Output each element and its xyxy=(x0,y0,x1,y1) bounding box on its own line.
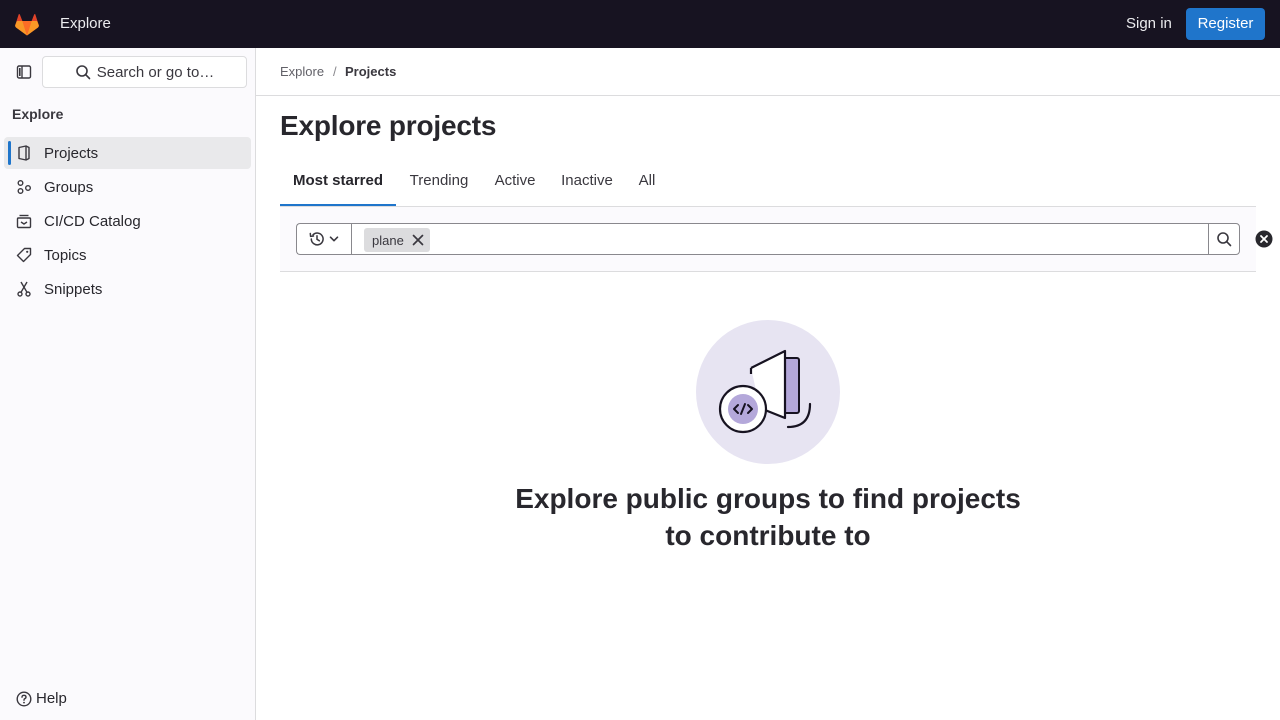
register-button[interactable]: Register xyxy=(1186,8,1265,40)
empty-state-title: Explore public groups to find projects t… xyxy=(515,483,1021,551)
search-icon xyxy=(1217,232,1232,247)
sign-in-link[interactable]: Sign in xyxy=(1126,15,1172,32)
remove-token-button[interactable] xyxy=(410,232,426,248)
sidebar-item-topics[interactable]: Topics xyxy=(4,239,251,271)
tab-trending[interactable]: Trending xyxy=(399,160,479,206)
sidebar-heading: Explore xyxy=(12,106,64,122)
sidebar-item-groups[interactable]: Groups xyxy=(4,171,251,203)
page-title: Explore projects xyxy=(280,110,497,141)
breadcrumb-item-explore[interactable]: Explore xyxy=(280,64,324,79)
search-label: Search or go to… xyxy=(96,63,215,81)
group-icon xyxy=(17,180,31,194)
sidebar: Search or go to… Explore Projects Groups xyxy=(0,48,256,720)
question-icon xyxy=(16,690,32,707)
help-label: Help xyxy=(36,690,67,707)
empty-state-illustration xyxy=(696,320,840,464)
sidebar-item-projects[interactable]: Projects xyxy=(4,137,251,169)
sidebar-item-label: Topics xyxy=(44,246,87,264)
help-button[interactable]: Help xyxy=(16,690,67,707)
sidebar-nav: Projects Groups CI/CD Catalog Topics Sni… xyxy=(4,137,251,307)
project-tabs: Most starred Trending Active Inactive Al… xyxy=(280,160,1256,207)
sidebar-item-ci-cd-catalog[interactable]: CI/CD Catalog xyxy=(4,205,251,237)
sidebar-item-label: Projects xyxy=(44,144,99,162)
tab-inactive[interactable]: Inactive xyxy=(552,160,622,206)
label-icon xyxy=(16,247,32,263)
sidebar-item-label: CI/CD Catalog xyxy=(44,212,141,230)
filter-token-label: plane xyxy=(372,232,404,248)
search-button[interactable]: Search or go to… xyxy=(42,56,247,88)
sidebar-toggle-button[interactable] xyxy=(12,62,36,82)
snippet-icon xyxy=(17,281,31,297)
history-icon xyxy=(309,232,324,246)
breadcrumb: Explore / Projects xyxy=(256,48,1280,96)
filter-bar: plane xyxy=(280,207,1273,272)
breadcrumb-item-projects[interactable]: Projects xyxy=(345,64,396,79)
search-icon xyxy=(75,65,91,80)
project-icon xyxy=(18,145,30,161)
search-submit-button[interactable] xyxy=(1208,223,1240,255)
top-bar: Explore Sign in Register xyxy=(0,0,1280,48)
breadcrumb-separator: / xyxy=(333,64,337,79)
topbar-title[interactable]: Explore xyxy=(60,15,111,32)
clear-icon[interactable] xyxy=(1255,230,1273,248)
close-icon xyxy=(412,234,424,246)
tab-active[interactable]: Active xyxy=(486,160,544,206)
chevron-down-icon xyxy=(329,236,339,242)
gitlab-tanuki-icon[interactable] xyxy=(14,12,40,36)
tab-all[interactable]: All xyxy=(632,160,662,206)
sidebar-item-label: Snippets xyxy=(44,280,103,298)
recent-searches-button[interactable] xyxy=(296,223,352,255)
sidebar-item-snippets[interactable]: Snippets xyxy=(4,273,251,305)
catalog-icon xyxy=(16,214,32,229)
filter-token: plane xyxy=(364,228,430,252)
tab-most-starred[interactable]: Most starred xyxy=(280,160,396,206)
sidebar-toggle-icon xyxy=(16,65,32,79)
search-filter-input[interactable]: plane xyxy=(351,223,1273,255)
sidebar-item-label: Groups xyxy=(44,178,94,196)
